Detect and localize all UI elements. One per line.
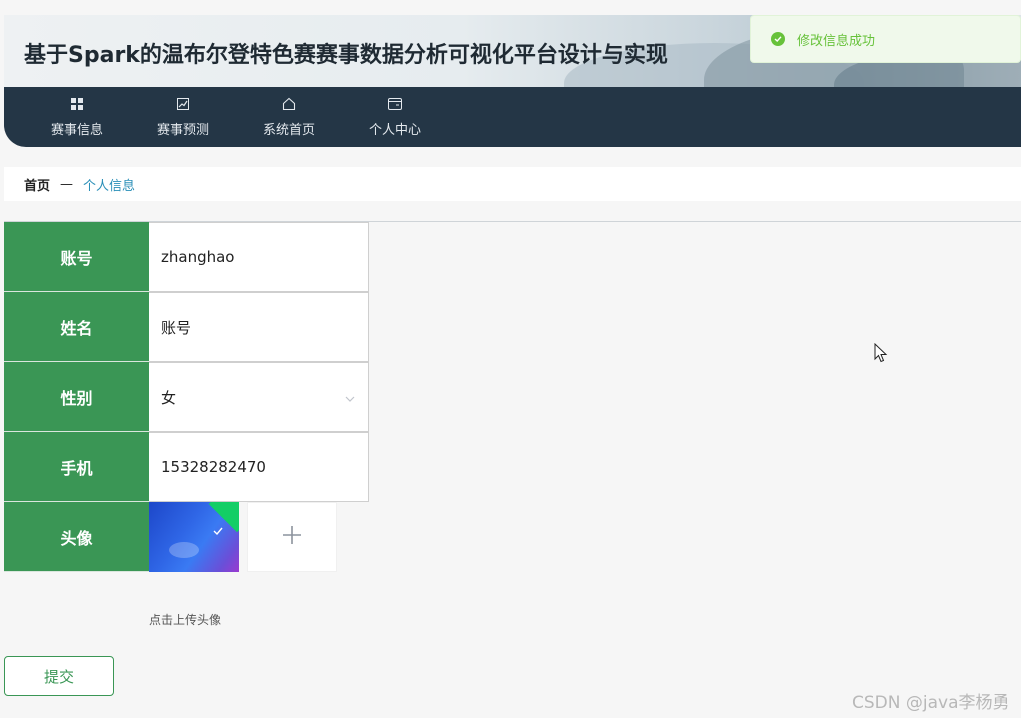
account-field-wrap [149,222,369,292]
page-title: 基于Spark的温布尔登特色赛赛事数据分析可视化平台设计与实现 [24,43,668,68]
nav-item-personal-center[interactable]: 个人中心 [342,87,448,147]
form-row-phone: 手机 [4,432,369,502]
form-row-name: 姓名 [4,292,369,362]
nav-item-label: 个人中心 [368,122,421,138]
mouse-cursor-icon [874,342,888,367]
avatar-upload-hint: 点击上传头像 [149,613,222,627]
check-circle-icon [771,32,785,46]
breadcrumb-home[interactable]: 首页 [24,175,50,194]
name-label: 姓名 [4,292,149,362]
avatar-upload-button[interactable] [247,502,337,572]
phone-field-wrap [149,432,369,502]
avatar-thumbnail[interactable] [149,502,239,572]
nav-item-home[interactable]: 系统首页 [236,87,342,147]
nav-item-label: 赛事预测 [156,122,209,138]
main-nav: 赛事信息 赛事预测 系统首页 个人中心 [4,87,1021,147]
nav-item-match-prediction[interactable]: 赛事预测 [130,87,236,147]
submit-button[interactable]: 提交 [4,656,114,696]
nav-item-label: 赛事信息 [50,122,103,138]
name-field-wrap [149,292,369,362]
account-label: 账号 [4,222,149,292]
home-icon [282,97,296,111]
form-row-avatar: 头像 [4,502,337,572]
avatar-label: 头像 [4,502,149,572]
gender-label: 性别 [4,362,149,432]
chevron-down-icon [344,391,356,403]
chart-icon [176,97,190,111]
form-row-account: 账号 [4,222,369,292]
breadcrumb-separator: — [60,176,74,192]
phone-label: 手机 [4,432,149,502]
account-input[interactable] [161,248,351,266]
check-icon [213,520,223,539]
success-toast: 修改信息成功 [750,15,1021,63]
wallet-icon [388,97,402,111]
nav-item-match-info[interactable]: 赛事信息 [24,87,130,147]
breadcrumb: 首页 — 个人信息 [4,167,1021,201]
phone-input[interactable] [161,458,351,476]
gender-select[interactable]: 女 [149,362,369,432]
toast-message: 修改信息成功 [797,33,876,49]
name-input[interactable] [161,318,351,336]
grid-icon [70,97,84,111]
watermark: CSDN @java李杨勇 [852,693,1010,713]
plus-icon [281,524,303,550]
form-row-gender: 性别 女 [4,362,369,432]
nav-item-label: 系统首页 [262,122,315,138]
breadcrumb-current: 个人信息 [83,178,136,194]
gender-selected-value: 女 [161,388,177,407]
